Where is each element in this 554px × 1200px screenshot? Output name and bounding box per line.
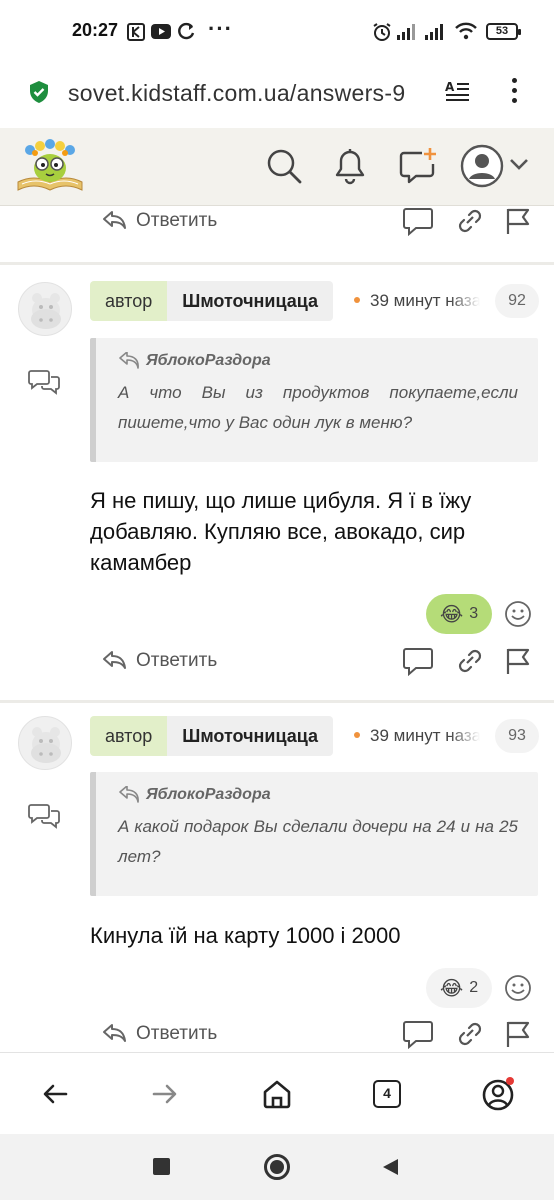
recents-button[interactable] (153, 1158, 170, 1175)
system-navigation-bar (0, 1134, 554, 1200)
comment-divider (0, 262, 554, 265)
quote-author: ЯблокоРаздора (118, 786, 518, 804)
new-message-icon[interactable] (398, 146, 438, 186)
signal-icon-2 (425, 24, 443, 40)
author-pill[interactable]: автор Шмоточницаца (90, 281, 334, 321)
quote-block: ЯблокоРаздора А что Вы из продуктов поку… (90, 338, 538, 462)
username[interactable]: Шмоточницаца (167, 716, 334, 756)
more-notifications-icon: ··· (208, 16, 233, 41)
tab-switcher-icon[interactable]: 4 (373, 1080, 401, 1108)
laughing-emoji-icon: 😂 (439, 603, 464, 626)
status-bar: 20:27 ··· 53 (0, 0, 554, 62)
hippo-avatar-icon (31, 727, 61, 763)
forward-arrow-icon[interactable] (148, 1077, 182, 1111)
comment-time: 39 минут назад (370, 291, 480, 311)
author-badge: автор (90, 716, 168, 756)
avatar[interactable] (18, 716, 72, 770)
account-icon[interactable] (480, 1075, 518, 1113)
youtube-icon (151, 24, 171, 39)
username[interactable]: Шмоточницаца (167, 281, 334, 321)
url-text[interactable]: sovet.kidstaff.com.ua/answers-9 (68, 80, 432, 107)
reaction-count: 2 (469, 979, 479, 996)
private-message-icon[interactable] (28, 802, 60, 830)
link-icon[interactable] (454, 1019, 486, 1049)
author-badge: автор (90, 281, 168, 321)
reply-button[interactable]: Ответить (100, 646, 217, 676)
user-avatar-icon[interactable] (460, 144, 504, 188)
laughing-emoji-icon: 😂 (439, 977, 464, 1000)
sync-icon (178, 22, 195, 40)
browser-bottom-toolbar: 4 (0, 1052, 554, 1134)
reader-mode-icon[interactable]: A (444, 79, 470, 105)
comment-icon[interactable] (402, 646, 434, 676)
author-pill[interactable]: автор Шмоточницаца (90, 716, 334, 756)
report-flag-icon[interactable] (502, 646, 534, 676)
link-icon[interactable] (454, 206, 486, 236)
comment-text: Я не пишу, що лише цибуля. Я ї в їжу доб… (90, 488, 472, 575)
quote-text: А какой подарок Вы сделали дочери на 24 … (118, 817, 518, 866)
quote-author: ЯблокоРаздора (118, 352, 518, 370)
report-flag-icon[interactable] (502, 1019, 534, 1049)
quote-text: А что Вы из продуктов покупаете,если пиш… (118, 383, 518, 432)
chevron-down-icon[interactable] (508, 156, 530, 172)
browser-url-bar[interactable]: sovet.kidstaff.com.ua/answers-9 A (0, 62, 554, 128)
quote-author-name[interactable]: ЯблокоРаздора (146, 786, 271, 804)
comment-time: 39 минут назад (370, 726, 480, 746)
online-dot (354, 297, 360, 303)
home-button[interactable] (264, 1154, 290, 1180)
reply-button[interactable]: Ответить (100, 206, 217, 236)
quote-author-name[interactable]: ЯблокоРаздора (146, 352, 271, 370)
reaction-chip[interactable]: 😂 3 (426, 594, 492, 634)
quote-block: ЯблокоРаздора А какой подарок Вы сделали… (90, 772, 538, 896)
avatar[interactable] (18, 282, 72, 336)
reply-button[interactable]: Ответить (100, 1019, 217, 1049)
k-app-icon (127, 23, 145, 41)
reaction-chip[interactable]: 😂 2 (426, 968, 492, 1008)
secure-shield-icon[interactable] (28, 80, 50, 104)
battery-indicator: 53 (486, 23, 521, 40)
reply-arrow-icon (119, 352, 139, 369)
reply-label: Ответить (136, 1023, 218, 1044)
comment-icon[interactable] (402, 1019, 434, 1049)
report-flag-icon[interactable] (502, 206, 534, 236)
site-logo[interactable] (16, 138, 84, 194)
svg-text:A: A (445, 80, 455, 94)
site-header (0, 128, 554, 206)
comment-text: Кинула їй на карту 1000 і 2000 (90, 923, 401, 948)
reply-arrow-icon (119, 786, 139, 803)
signal-icon-1 (397, 24, 415, 40)
browser-menu-icon[interactable] (510, 78, 518, 108)
reply-arrow-icon (103, 1024, 126, 1042)
comment-icon[interactable] (402, 206, 434, 236)
reply-label: Ответить (136, 210, 218, 231)
search-icon[interactable] (264, 146, 304, 186)
comment-divider (0, 700, 554, 703)
online-dot (354, 732, 360, 738)
back-triangle-icon[interactable] (380, 1157, 400, 1177)
reply-arrow-icon (103, 211, 126, 229)
link-icon[interactable] (454, 646, 486, 676)
comment-number[interactable]: 93 (495, 719, 539, 753)
comment-number[interactable]: 92 (495, 284, 539, 318)
reply-arrow-icon (103, 651, 126, 669)
reply-label: Ответить (136, 650, 218, 671)
add-reaction-icon[interactable] (504, 974, 532, 1002)
wifi-icon (455, 22, 477, 40)
add-reaction-icon[interactable] (504, 600, 532, 628)
status-time: 20:27 (72, 20, 119, 40)
alarm-icon (373, 23, 391, 41)
home-icon[interactable] (260, 1077, 294, 1111)
notifications-bell-icon[interactable] (330, 146, 370, 186)
private-message-icon[interactable] (28, 368, 60, 396)
reaction-count: 3 (469, 605, 479, 622)
hippo-avatar-icon (31, 293, 61, 329)
back-arrow-icon[interactable] (38, 1077, 72, 1111)
